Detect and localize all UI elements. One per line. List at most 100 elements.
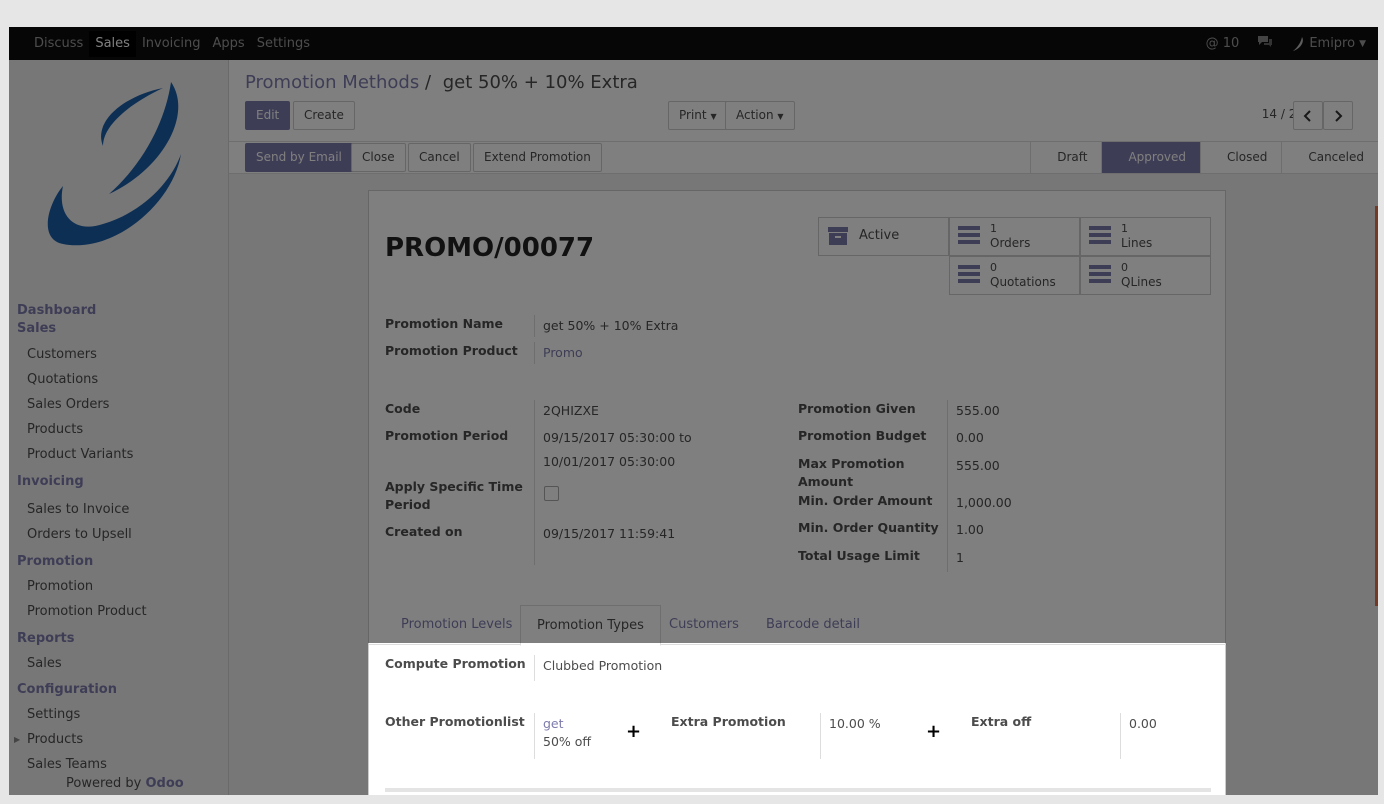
sidebar-item-sales-orders[interactable]: Sales Orders: [17, 392, 222, 417]
powered-by: Powered by Odoo: [66, 776, 184, 791]
stage-draft[interactable]: Draft: [1030, 142, 1101, 173]
print-label: Print: [679, 108, 707, 122]
orders-smart-button[interactable]: 1 Orders: [949, 217, 1080, 256]
sidebar-head-configuration: Configuration: [17, 682, 117, 697]
other-promotionlist-link[interactable]: get: [543, 715, 564, 733]
pager-previous-button[interactable]: [1293, 101, 1323, 130]
close-button[interactable]: Close: [351, 143, 406, 172]
stage-approved[interactable]: Approved: [1101, 142, 1201, 173]
compute-promotion-label: Compute Promotion: [385, 656, 526, 671]
promotion-budget-value: 0.00: [956, 430, 984, 445]
archive-icon: [828, 227, 848, 245]
other-promotionlist-label: Other Promotionlist: [385, 714, 525, 729]
total-usage-limit-label: Total Usage Limit: [798, 548, 920, 563]
sidebar-item-config-products[interactable]: ▶ Products: [14, 727, 222, 752]
mentions-counter[interactable]: @ 10: [1206, 36, 1240, 51]
app-menu: Discuss Sales Invoicing Apps Settings: [28, 27, 316, 60]
pager-next-button[interactable]: [1323, 101, 1353, 130]
promotion-name-value: get 50% + 10% Extra: [543, 318, 679, 333]
powered-by-text: Powered by: [66, 776, 142, 791]
promotion-product-link[interactable]: Promo: [543, 344, 583, 362]
orders-count: 1: [990, 222, 997, 235]
menu-apps[interactable]: Apps: [207, 31, 251, 57]
sidebar-item-sales-to-invoice[interactable]: Sales to Invoice: [17, 497, 222, 522]
sidebar-item-product-variants[interactable]: Product Variants: [17, 442, 222, 467]
list-icon: [958, 265, 980, 285]
divider: [1120, 713, 1121, 759]
systray: @ 10 Emipro ▼: [1206, 27, 1366, 60]
tab-barcode-detail[interactable]: Barcode detail: [750, 605, 876, 645]
scrollbar[interactable]: [1375, 206, 1378, 606]
odoo-link[interactable]: Odoo: [146, 776, 184, 791]
sidebar-item-orders-to-upsell[interactable]: Orders to Upsell: [17, 522, 222, 547]
cancel-button[interactable]: Cancel: [408, 143, 471, 172]
chat-icon[interactable]: [1257, 35, 1273, 52]
form-background: PROMO/00077 Active 1 Orders 1 Lines 0 Qu…: [229, 174, 1378, 795]
created-on-label: Created on: [385, 524, 463, 539]
quotations-smart-button[interactable]: 0 Quotations: [949, 256, 1080, 295]
action-button[interactable]: Action ▼: [725, 101, 795, 130]
max-amount-label-line2: Amount: [798, 474, 854, 489]
caret-down-icon: ▼: [1359, 38, 1366, 49]
app-window: Discuss Sales Invoicing Apps Settings @ …: [9, 27, 1378, 795]
lines-smart-button[interactable]: 1 Lines: [1080, 217, 1211, 256]
max-promotion-amount-value: 555.00: [956, 458, 1000, 473]
sidebar-item-settings[interactable]: Settings: [17, 702, 222, 727]
menu-settings[interactable]: Settings: [251, 31, 316, 57]
sidebar-head-dashboard[interactable]: Dashboard: [17, 302, 222, 320]
breadcrumb-parent[interactable]: Promotion Methods: [245, 72, 419, 93]
extend-promotion-button[interactable]: Extend Promotion: [473, 143, 602, 172]
tab-promotion-types[interactable]: Promotion Types: [520, 605, 661, 646]
tab-customers[interactable]: Customers: [653, 605, 755, 645]
sidebar-item-quotations[interactable]: Quotations: [17, 367, 222, 392]
edit-button[interactable]: Edit: [245, 101, 291, 130]
menu-invoicing[interactable]: Invoicing: [136, 31, 207, 57]
menu-sales[interactable]: Sales: [89, 30, 136, 57]
apply-time-label: Apply Specific Time Period: [385, 478, 523, 514]
sidebar-item-sales-teams[interactable]: Sales Teams: [17, 752, 222, 777]
stage-canceled[interactable]: Canceled: [1281, 142, 1378, 173]
tab-promotion-levels[interactable]: Promotion Levels: [385, 605, 528, 645]
promotion-period-end: 10/01/2017 05:30:00: [543, 454, 676, 469]
active-label: Active: [859, 228, 900, 243]
send-by-email-button[interactable]: Send by Email: [245, 143, 353, 172]
create-button[interactable]: Create: [293, 101, 355, 130]
promotion-product-label: Promotion Product: [385, 343, 518, 358]
stage-closed[interactable]: Closed: [1200, 142, 1281, 173]
promotion-budget-label: Promotion Budget: [798, 428, 927, 443]
stage-pipeline: Draft Approved Closed Canceled: [1030, 142, 1378, 173]
sidebar-head-sales: Sales: [17, 321, 57, 336]
apply-time-checkbox[interactable]: [544, 486, 559, 501]
active-toggle-button[interactable]: Active: [818, 217, 949, 256]
qlines-smart-button[interactable]: 0 QLines: [1080, 256, 1211, 295]
divider: [947, 400, 948, 572]
promotion-period-label: Promotion Period: [385, 428, 509, 443]
menu-discuss[interactable]: Discuss: [28, 31, 89, 57]
qlines-label: QLines: [1121, 275, 1162, 289]
divider: [534, 655, 535, 681]
list-icon: [1089, 226, 1111, 246]
chevron-left-icon: [1303, 110, 1311, 122]
sidebar-head-reports: Reports: [17, 631, 75, 646]
lines-count: 1: [1121, 222, 1128, 235]
sidebar-item-promotion[interactable]: Promotion: [17, 574, 222, 599]
user-menu[interactable]: Emipro ▼: [1291, 36, 1366, 52]
list-icon: [958, 226, 980, 246]
sidebar-item-customers[interactable]: Customers: [17, 342, 222, 367]
qlines-count: 0: [1121, 261, 1128, 274]
plus-icon: +: [926, 721, 942, 742]
lines-label: Lines: [1121, 236, 1153, 250]
quotations-label: Quotations: [990, 275, 1056, 289]
top-navbar: Discuss Sales Invoicing Apps Settings @ …: [9, 27, 1378, 60]
sidebar-item-reports-sales[interactable]: Sales: [17, 651, 222, 676]
sidebar-item-products[interactable]: Products: [17, 417, 222, 442]
user-logo-icon: [1293, 36, 1304, 51]
extra-off-label: Extra off: [971, 714, 1032, 729]
sidebar-item-promotion-product[interactable]: Promotion Product: [17, 599, 222, 624]
form-sheet: PROMO/00077 Active 1 Orders 1 Lines 0 Qu…: [368, 190, 1227, 795]
chevron-right-icon: [1335, 110, 1343, 122]
apply-time-label-line2: Period: [385, 497, 431, 512]
breadcrumb-current: get 50% + 10% Extra: [442, 72, 638, 93]
sidebar: Dashboard Sales Customers Quotations Sal…: [9, 60, 229, 795]
print-button[interactable]: Print ▼: [668, 101, 728, 130]
